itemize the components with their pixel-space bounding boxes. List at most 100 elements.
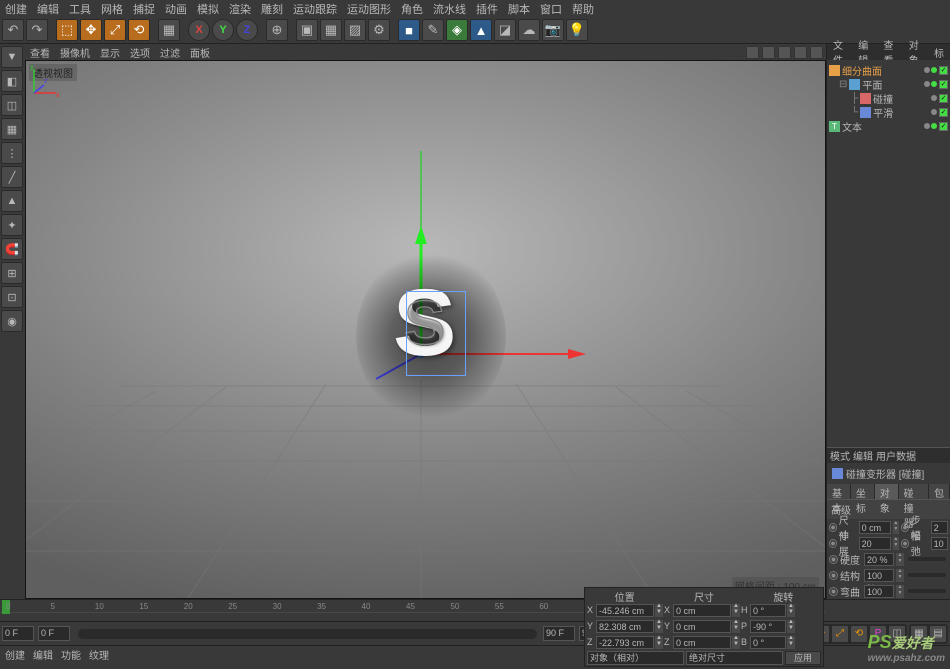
vp-menu-item[interactable]: 过滤 <box>160 45 180 60</box>
rot-h-field[interactable]: 0 ° <box>750 604 786 617</box>
menu-item[interactable]: 插件 <box>476 1 498 17</box>
stretch-field[interactable]: 20 <box>859 537 891 550</box>
coord-system-button[interactable]: ⊕ <box>266 19 288 41</box>
keyframe-dot[interactable] <box>829 571 838 580</box>
slider[interactable] <box>908 557 946 561</box>
menu-item[interactable]: 动画 <box>165 1 187 17</box>
scale-tool[interactable]: ⤢ <box>104 19 126 41</box>
attr-subtab[interactable]: 坐标 <box>851 484 875 499</box>
keyframe-dot[interactable] <box>829 555 838 564</box>
axis-y-toggle[interactable]: Y <box>212 19 234 41</box>
attr-subtab[interactable]: 基本 <box>827 484 851 499</box>
rot-b-field[interactable]: 0 ° <box>750 636 786 649</box>
bottom-tab[interactable]: 功能 <box>61 647 81 662</box>
keyframe-dot[interactable] <box>829 587 838 596</box>
object-tree[interactable]: 细分曲面✓ ⊟平面✓ ├碰撞✓ └平滑✓ T文本✓ <box>827 60 950 136</box>
menu-item[interactable]: 窗口 <box>540 1 562 17</box>
current-frame-field[interactable]: 0 F <box>38 626 70 641</box>
vp-nav-icon[interactable] <box>810 46 823 59</box>
render-region-button[interactable]: ▦ <box>320 19 342 41</box>
subdiv-button[interactable]: ◈ <box>446 19 468 41</box>
visibility-toggle[interactable]: ✓ <box>939 94 948 103</box>
soft-select-button[interactable]: ◉ <box>1 310 23 332</box>
start-frame-field[interactable]: 0 F <box>2 626 34 641</box>
axis-mode-button[interactable]: ✦ <box>1 214 23 236</box>
attr-tab[interactable]: 模式 <box>830 448 850 463</box>
menu-item[interactable]: 模拟 <box>197 1 219 17</box>
menu-item[interactable]: 编辑 <box>37 1 59 17</box>
render-view-button[interactable]: ▣ <box>296 19 318 41</box>
workplane-snap-button[interactable]: ⊞ <box>1 262 23 284</box>
attr-subtab[interactable]: 对象 <box>875 484 899 499</box>
size-field[interactable]: 0 cm <box>859 521 891 534</box>
select-tool[interactable]: ⬚ <box>56 19 78 41</box>
undo-button[interactable]: ↶ <box>2 19 24 41</box>
menu-item[interactable]: 工具 <box>69 1 91 17</box>
snap-settings-button[interactable]: ⊡ <box>1 286 23 308</box>
spinner[interactable]: ▲▼ <box>893 537 900 550</box>
spinner[interactable]: ▲▼ <box>896 553 904 566</box>
range-end-field[interactable]: 90 F <box>543 626 575 641</box>
tree-item[interactable]: 平面 <box>862 77 922 92</box>
panel-tab[interactable]: 标 <box>930 44 948 61</box>
vp-nav-icon[interactable] <box>762 46 775 59</box>
vp-menu-item[interactable]: 显示 <box>100 45 120 60</box>
workplane-button[interactable]: ▦ <box>1 118 23 140</box>
menu-item[interactable]: 角色 <box>401 1 423 17</box>
keyframe-dot[interactable] <box>901 523 909 532</box>
keyframe-dot[interactable] <box>829 523 837 532</box>
menu-item[interactable]: 网格 <box>101 1 123 17</box>
pos-y-field[interactable]: 82.308 cm <box>596 620 654 633</box>
vp-nav-icon[interactable] <box>778 46 791 59</box>
bottom-tab[interactable]: 创建 <box>5 647 25 662</box>
menu-item[interactable]: 流水线 <box>433 1 466 17</box>
menu-item[interactable]: 雕刻 <box>261 1 283 17</box>
bottom-tab[interactable]: 纹理 <box>89 647 109 662</box>
key-rot-button[interactable]: ⟲ <box>850 625 868 643</box>
visibility-toggle[interactable]: ✓ <box>939 80 948 89</box>
snap-toggle-button[interactable]: 🧲 <box>1 238 23 260</box>
axis-x-toggle[interactable]: X <box>188 19 210 41</box>
array-button[interactable]: ▲ <box>470 19 492 41</box>
redo-button[interactable]: ↷ <box>26 19 48 41</box>
vp-nav-icon[interactable] <box>794 46 807 59</box>
keyframe-dot[interactable] <box>901 539 909 548</box>
camera-button[interactable]: 📷 <box>542 19 564 41</box>
polygon-mode-button[interactable]: ▲ <box>1 190 23 212</box>
recent-tool[interactable]: ▦ <box>158 19 180 41</box>
vp-menu-item[interactable]: 面板 <box>190 45 210 60</box>
bend-field[interactable]: 100 % <box>864 585 894 598</box>
visibility-toggle[interactable]: ✓ <box>939 108 948 117</box>
tree-item[interactable]: 细分曲面 <box>842 63 922 78</box>
key-scale-button[interactable]: ⤢ <box>831 625 849 643</box>
visibility-toggle[interactable]: ✓ <box>939 122 948 131</box>
light-button[interactable]: 💡 <box>566 19 588 41</box>
structure-field[interactable]: 100 % <box>864 569 894 582</box>
tree-item[interactable]: 碰撞 <box>873 91 929 106</box>
bottom-tab[interactable]: 编辑 <box>33 647 53 662</box>
slider[interactable] <box>908 589 946 593</box>
tree-item[interactable]: 平滑 <box>873 105 929 120</box>
make-editable-button[interactable]: ▼ <box>1 46 23 68</box>
vp-menu-item[interactable]: 查看 <box>30 45 50 60</box>
axis-z-toggle[interactable]: Z <box>236 19 258 41</box>
visibility-toggle[interactable]: ✓ <box>939 66 948 75</box>
render-pv-button[interactable]: ▨ <box>344 19 366 41</box>
cube-primitive-button[interactable]: ■ <box>398 19 420 41</box>
menu-item[interactable]: 捕捉 <box>133 1 155 17</box>
menu-item[interactable]: 渲染 <box>229 1 251 17</box>
texture-mode-button[interactable]: ◫ <box>1 94 23 116</box>
pos-x-field[interactable]: -45.246 cm <box>596 604 654 617</box>
perspective-viewport[interactable]: 透视视图 <box>25 60 826 599</box>
model-mode-button[interactable]: ◧ <box>1 70 23 92</box>
spinner[interactable]: ▲▼ <box>896 585 904 598</box>
relax-field[interactable]: 10 <box>931 537 948 550</box>
rotate-tool[interactable]: ⟲ <box>128 19 150 41</box>
size-z-field[interactable]: 0 cm <box>673 636 731 649</box>
slider[interactable] <box>908 573 946 577</box>
environment-button[interactable]: ☁ <box>518 19 540 41</box>
point-mode-button[interactable]: ⋮ <box>1 142 23 164</box>
attr-subtab[interactable]: 碰撞器 <box>899 484 929 499</box>
pen-tool-button[interactable]: ✎ <box>422 19 444 41</box>
keyframe-dot[interactable] <box>829 539 837 548</box>
